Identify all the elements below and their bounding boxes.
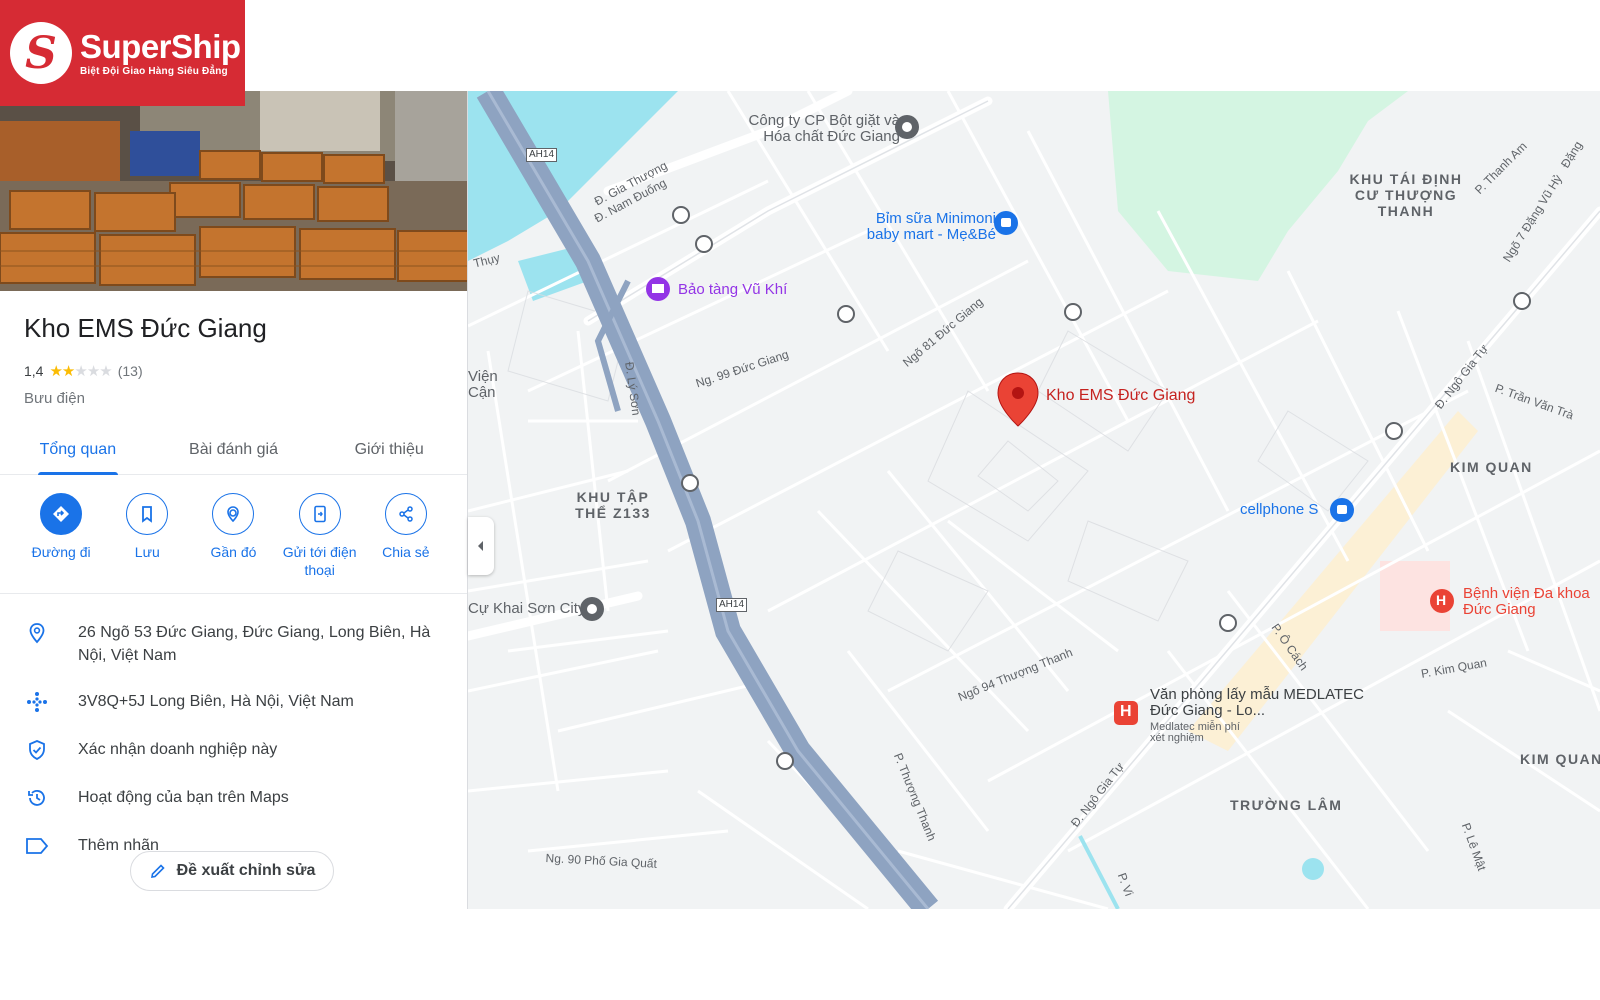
poi-label[interactable]: cellphone S bbox=[1240, 502, 1318, 518]
star-empty-icon: ★ bbox=[99, 363, 112, 380]
maps-activity-text: Hoạt động của bạn trên Maps bbox=[78, 789, 289, 806]
area-label: TRƯỜNG LÂM bbox=[1230, 797, 1343, 813]
supership-logo-name: SuperShip bbox=[80, 27, 241, 65]
share-label: Chia sẻ bbox=[382, 544, 430, 560]
directions-button[interactable]: Đường đi bbox=[20, 493, 102, 579]
pencil-icon bbox=[150, 864, 165, 878]
nearby-icon bbox=[212, 493, 255, 535]
nearby-label: Gần đó bbox=[210, 544, 257, 560]
verified-shield-icon bbox=[24, 737, 50, 763]
half-star-icon: ★ bbox=[61, 363, 75, 380]
chevron-left-icon bbox=[478, 541, 483, 551]
plus-code-row[interactable]: 3V8Q+5J Long Biên, Hà Nội, Việt Nam bbox=[0, 677, 467, 725]
poi-label[interactable]: Bỉm sữa Minimoni baby mart - Mẹ&Bé bbox=[850, 211, 996, 243]
poi-label[interactable]: Cự Khai Sơn City bbox=[468, 601, 585, 617]
collapse-panel-button[interactable] bbox=[468, 517, 494, 575]
action-bar: Đường đi Lưu Gần đó Gửi tới điện thoại C… bbox=[0, 475, 467, 594]
poi-label[interactable]: Bảo tàng Vũ Khí bbox=[678, 282, 787, 298]
area-label: KHU TÁI ĐỊNH CƯ THƯỢNG THANH bbox=[1349, 171, 1463, 219]
place-marker-label[interactable]: Kho EMS Đức Giang bbox=[1046, 387, 1195, 405]
location-pin-icon bbox=[24, 620, 50, 646]
maps-activity-row[interactable]: Hoạt động của bạn trên Maps bbox=[0, 773, 467, 821]
page: S SuperShip Biệt Đội Giao Hàng Siêu Đẳng bbox=[0, 0, 1600, 1000]
poi-label[interactable]: Công ty CP Bột giặt và Hóa chất Đức Gian… bbox=[730, 113, 900, 145]
address-row[interactable]: 26 Ngõ 53 Đức Giang, Đức Giang, Long Biê… bbox=[0, 608, 467, 677]
tab-about[interactable]: Giới thiệu bbox=[311, 429, 467, 474]
place-category[interactable]: Bưu điện bbox=[24, 390, 467, 407]
place-tabs: Tổng quan Bài đánh giá Giới thiệu bbox=[0, 429, 467, 475]
review-count[interactable]: (13) bbox=[118, 363, 143, 379]
rating-value: 1,4 bbox=[24, 363, 44, 379]
map-canvas[interactable]: H H AH14 AH14 Kho EMS Đức Giang KHU TÁI … bbox=[468, 91, 1600, 909]
supership-logo-mark: S bbox=[10, 22, 72, 84]
share-button[interactable]: Chia sẻ bbox=[365, 493, 447, 579]
suggest-edit-button[interactable]: Đề xuất chỉnh sửa bbox=[130, 851, 334, 891]
send-to-phone-button[interactable]: Gửi tới điện thoại bbox=[279, 493, 361, 579]
star-empty-icon: ★ bbox=[74, 363, 87, 380]
hospital-icon: H bbox=[1120, 703, 1132, 720]
warehouse-photo bbox=[0, 91, 467, 291]
tab-reviews[interactable]: Bài đánh giá bbox=[156, 429, 312, 474]
claim-business-row[interactable]: Xác nhận doanh nghiệp này bbox=[0, 725, 467, 773]
place-marker bbox=[997, 372, 1039, 427]
save-button[interactable]: Lưu bbox=[106, 493, 188, 579]
area-label: KIM QUAN bbox=[1520, 751, 1600, 767]
area-label: KHU TẬP THỂ Z133 bbox=[575, 489, 651, 521]
label-icon bbox=[24, 833, 50, 859]
star-icon: ★ bbox=[49, 363, 62, 380]
share-icon bbox=[384, 493, 427, 535]
supership-logo-tagline: Biệt Đội Giao Hàng Siêu Đẳng bbox=[80, 65, 228, 77]
send-to-phone-label: Gửi tới điện thoại bbox=[282, 544, 357, 578]
info-list: 26 Ngõ 53 Đức Giang, Đức Giang, Long Biê… bbox=[0, 594, 467, 869]
address-text: 26 Ngõ 53 Đức Giang, Đức Giang, Long Biê… bbox=[78, 624, 431, 664]
place-photo[interactable] bbox=[0, 91, 467, 291]
plus-code-text: 3V8Q+5J Long Biên, Hà Nội, Việt Nam bbox=[78, 693, 354, 710]
area-label: KIM QUAN bbox=[1450, 459, 1533, 475]
tab-overview[interactable]: Tổng quan bbox=[0, 429, 156, 475]
save-label: Lưu bbox=[134, 544, 160, 560]
place-panel: Kho EMS Đức Giang 1,4 ★★★★★ (13) Bưu điệ… bbox=[0, 91, 468, 909]
send-to-phone-icon bbox=[298, 493, 341, 535]
poi-label[interactable]: Viện Cận bbox=[468, 369, 508, 401]
claim-business-text: Xác nhận doanh nghiệp này bbox=[78, 741, 278, 758]
plus-code-icon bbox=[24, 689, 50, 715]
bookmark-icon bbox=[126, 493, 169, 535]
rating-row: 1,4 ★★★★★ (13) bbox=[24, 362, 467, 380]
supership-logo: S SuperShip Biệt Đội Giao Hàng Siêu Đẳng bbox=[0, 0, 245, 106]
rating-stars[interactable]: ★★★★★ bbox=[49, 362, 112, 380]
nearby-button[interactable]: Gần đó bbox=[192, 493, 274, 579]
history-icon bbox=[24, 785, 50, 811]
highway-shield: AH14 bbox=[716, 598, 748, 612]
poi-label[interactable]: Bệnh viện Đa khoa Đức Giang bbox=[1463, 586, 1593, 618]
hospital-icon: H bbox=[1436, 592, 1447, 608]
directions-label: Đường đi bbox=[31, 544, 91, 560]
star-empty-icon: ★ bbox=[86, 363, 100, 380]
directions-icon bbox=[40, 493, 83, 535]
poi-label[interactable]: Văn phòng lấy mẫu MEDLATEC Đức Giang - L… bbox=[1150, 687, 1370, 719]
suggest-edit-label: Đề xuất chỉnh sửa bbox=[176, 862, 316, 879]
highway-shield: AH14 bbox=[526, 148, 558, 162]
poi-sublabel: Medlatec miễn phí xét nghiệm bbox=[1150, 721, 1240, 744]
place-title: Kho EMS Đức Giang bbox=[24, 313, 267, 343]
